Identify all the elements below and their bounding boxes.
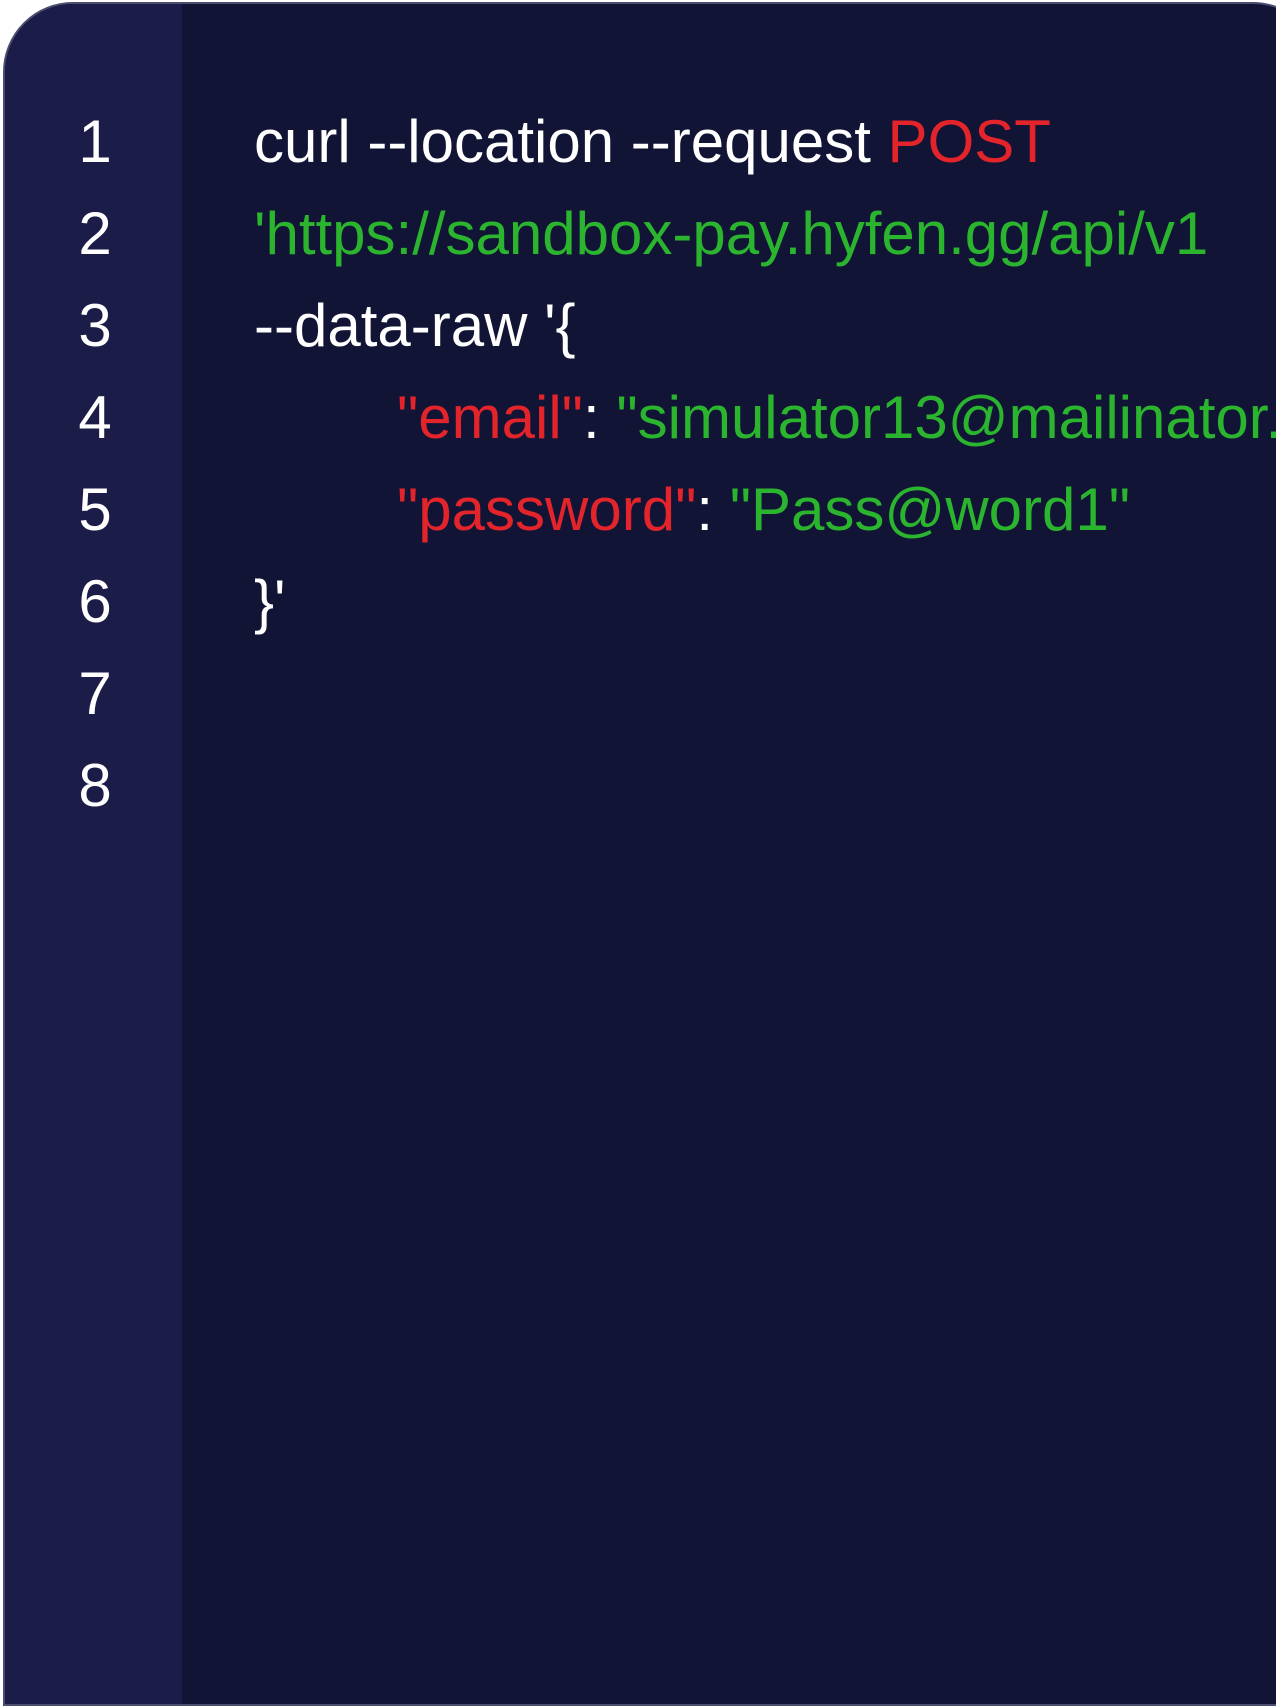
code-token-url: 'https://sandbox-pay.hyfen.gg/api/v1 — [254, 200, 1209, 267]
code-token-closing-brace: }' — [254, 568, 286, 635]
line-number-5: 5 — [78, 476, 112, 543]
line-number-7: 7 — [78, 660, 112, 727]
code-line-4[interactable]: "email": "simulator13@mailinator.com", — [254, 372, 1276, 464]
code-token-colon: : — [582, 384, 617, 451]
code-line-2[interactable]: 'https://sandbox-pay.hyfen.gg/api/v1 — [254, 188, 1208, 280]
code-token-colon: : — [696, 476, 730, 543]
line-number-8: 8 — [78, 752, 112, 819]
code-token-email-value: "simulator13@mailinator.com", — [616, 384, 1276, 451]
line-number-3: 3 — [78, 292, 112, 359]
code-token-data-raw: --data-raw '{ — [254, 292, 576, 359]
code-token-password-key: "password" — [397, 476, 697, 543]
line-number-2: 2 — [78, 200, 112, 267]
code-token-curl-command: curl --location --request — [254, 108, 888, 175]
line-number-gutter: 1 2 3 4 5 6 7 8 — [5, 4, 182, 1704]
code-editor: 1 2 3 4 5 6 7 8 curl --location --reques… — [3, 2, 1276, 1706]
line-number-6: 6 — [78, 568, 112, 635]
line-number-4: 4 — [78, 384, 112, 451]
code-line-6[interactable]: }' — [254, 556, 286, 648]
code-line-5[interactable]: "password": "Pass@word1" — [254, 464, 1130, 556]
code-token-email-key: "email" — [397, 384, 583, 451]
code-token-http-method: POST — [887, 108, 1051, 175]
code-line-1[interactable]: curl --location --request POST — [254, 96, 1051, 188]
code-token-password-value: "Pass@word1" — [729, 476, 1131, 543]
line-number-1: 1 — [78, 108, 112, 175]
code-line-3[interactable]: --data-raw '{ — [254, 280, 576, 372]
